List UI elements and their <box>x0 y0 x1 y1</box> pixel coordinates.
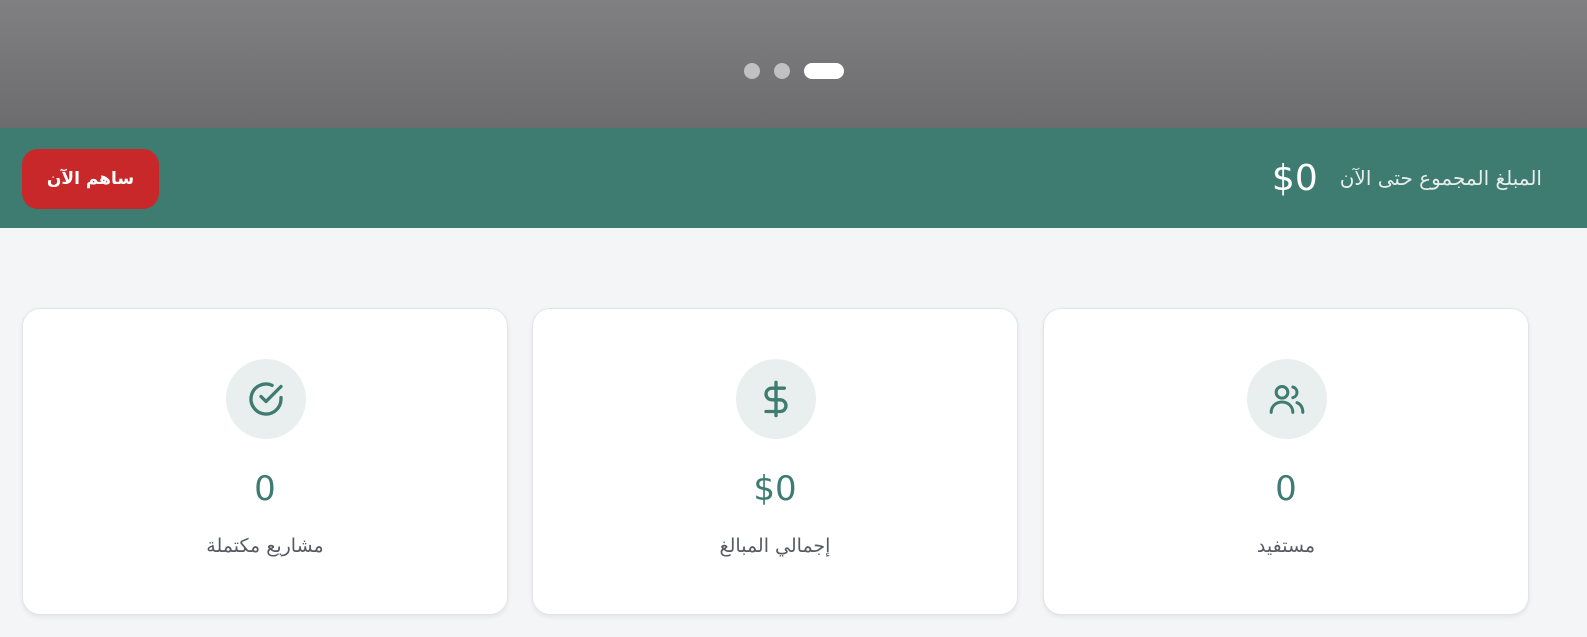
check-circle-icon <box>226 359 306 439</box>
hero-slider <box>0 0 1587 128</box>
carousel-dot-2[interactable] <box>773 63 790 79</box>
beneficiaries-label: مستفيد <box>1256 535 1316 557</box>
completed-projects-value: 0 <box>254 469 276 509</box>
amount-raised-value: $0 <box>1271 157 1318 199</box>
completed-projects-label: مشاريع مكتملة <box>206 535 324 557</box>
total-amounts-value: $0 <box>753 469 797 509</box>
amount-raised-label: المبلغ المجموع حتى الآن <box>1339 166 1542 190</box>
carousel-indicators <box>0 63 1587 79</box>
stat-card-completed-projects: 0 مشاريع مكتملة <box>22 308 508 615</box>
users-icon <box>1247 359 1327 439</box>
carousel-dot-3-active[interactable] <box>803 63 844 79</box>
stat-card-beneficiaries: 0 مستفيد <box>1043 308 1529 615</box>
amount-raised: المبلغ المجموع حتى الآن $0 <box>1272 128 1542 228</box>
beneficiaries-value: 0 <box>1275 469 1297 509</box>
stats-cards: 0 مستفيد $0 إجمالي المبالغ 0 مشاريع مكتم… <box>22 308 1543 615</box>
stat-card-total-amounts: $0 إجمالي المبالغ <box>532 308 1018 615</box>
carousel-dot-1[interactable] <box>743 63 760 79</box>
donation-banner: ساهم الآن المبلغ المجموع حتى الآن $0 <box>0 128 1587 228</box>
donate-now-button[interactable]: ساهم الآن <box>22 149 159 209</box>
dollar-icon <box>736 359 816 439</box>
total-amounts-label: إجمالي المبالغ <box>719 535 831 557</box>
